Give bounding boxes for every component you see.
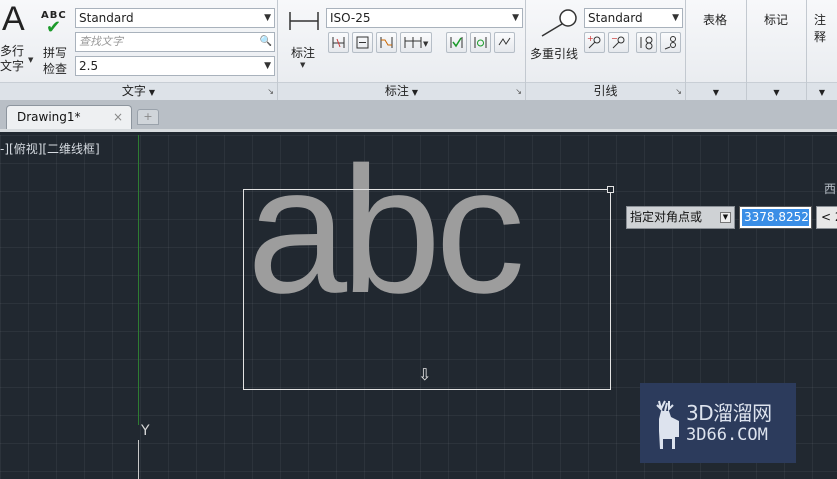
dimension-panel-title[interactable]: 标注 ▼ ↘ [278,82,525,100]
mtext-dropdown-icon[interactable]: ▼ [28,56,33,64]
ucs-axis-line [138,135,139,425]
markup-panel[interactable]: 标记 ▼ [747,0,807,100]
chevron-down-icon: ▼ [672,13,679,23]
dynamic-input-prompt: 指定对角点或 ▼ [626,206,735,229]
chevron-down-icon: ▼ [264,61,271,71]
leader-panel-title[interactable]: 引线 ↘ [526,82,685,100]
svg-text:+: + [587,35,594,43]
leader-panel: 多重引线 Standard ▼ + − 引线 ↘ [526,0,686,100]
dimension-button[interactable]: 标注 [291,44,315,61]
annotation-panel[interactable]: 注释 ▼ [807,0,837,100]
chevron-down-icon: ▼ [148,88,156,97]
continue-dimension-icon[interactable]: ▼ [400,32,432,53]
update-dimension-icon[interactable] [470,32,491,53]
ribbon: A 多行 文字 ▼ ABC ✔ 拼写 检查 Standard ▼ 查找文字 🔍 2… [0,0,837,100]
plus-icon: + [143,110,153,123]
deer-logo-icon [656,400,679,449]
dialog-launcher-icon: ↘ [675,87,682,96]
svg-text:−: − [611,35,618,43]
break-dimension-icon[interactable] [328,32,349,53]
viewcube-west-label[interactable]: 西 [824,180,836,197]
oblique-dimension-icon[interactable] [494,32,515,53]
dimension-panel: 标注 ▼ ISO-25 ▼ ▼ 标注 ▼ ↘ [278,0,526,100]
text-panel-title[interactable]: 文字 ▼ ↘ [0,82,277,100]
markup-panel-title[interactable]: 标记 [764,11,788,28]
table-panel-expander[interactable]: ▼ [686,82,746,100]
chevron-down-icon: ▼ [264,13,271,23]
svg-text:▼: ▼ [423,40,429,48]
arrow-down-icon: ⇩ [418,365,432,384]
chevron-down-icon: ▼ [818,88,826,97]
find-text-input[interactable]: 查找文字 🔍 [75,32,275,52]
spell-check-button[interactable]: 拼写 检查 [43,45,67,77]
add-leader-icon[interactable]: + [584,32,605,53]
inspect-dimension-icon[interactable] [446,32,467,53]
jog-line-icon[interactable] [376,32,397,53]
dialog-launcher-icon: ↘ [515,87,522,96]
document-tab-bar: Drawing1* × + [0,100,837,132]
options-dropdown-icon[interactable]: ▼ [720,212,731,223]
chevron-down-icon: ▼ [712,88,720,97]
mtext-bounding-box [243,189,611,390]
tab-drawing1[interactable]: Drawing1* × [6,105,132,129]
mtext-button[interactable]: 多行 文字 [0,44,30,74]
multileader-button[interactable]: 多重引线 [530,45,578,62]
collect-leaders-icon[interactable] [660,32,681,53]
spell-check-icon[interactable]: ABC ✔ [41,10,67,37]
multileader-style-select[interactable]: Standard ▼ [584,8,683,28]
annotation-panel-title[interactable]: 注释 [814,11,837,45]
chevron-down-icon: ▼ [512,13,519,23]
viewport-controls[interactable]: -][俯视][二维线框] [0,140,100,157]
drawing-canvas[interactable]: -][俯视][二维线框] Y abc ⇩ 西 指定对角点或 ▼ 3378.825… [0,135,837,479]
markup-panel-expander[interactable]: ▼ [747,82,806,100]
ucs-y-label: Y [141,423,150,439]
new-tab-button[interactable]: + [137,109,159,125]
dim-style-select[interactable]: ISO-25 ▼ [326,8,523,28]
chevron-down-icon[interactable]: ▼ [300,61,305,69]
chevron-down-icon: ▼ [773,88,780,97]
annotation-panel-expander[interactable]: ▼ [807,82,837,100]
dialog-launcher-icon: ↘ [267,87,274,96]
text-height-select[interactable]: 2.5 ▼ [75,56,275,76]
chevron-down-icon: ▼ [411,88,419,97]
mtext-icon[interactable]: A [2,2,25,36]
ucs-y-axis [138,440,139,479]
close-icon[interactable]: × [113,106,123,128]
watermark-logo: 3D溜溜网 3D66.COM [640,383,796,463]
find-replace-icon[interactable]: 🔍 [260,33,272,51]
multileader-icon[interactable] [536,6,580,38]
coordinate-input[interactable]: 3378.8252 [739,206,812,229]
corner-grip-handle[interactable] [607,186,614,193]
linear-dimension-icon[interactable] [288,10,320,32]
remove-leader-icon[interactable]: − [608,32,629,53]
table-panel-title[interactable]: 表格 [703,11,727,28]
text-style-select[interactable]: Standard ▼ [75,8,275,28]
logo-subtitle: 3D66.COM [686,425,768,445]
text-panel: A 多行 文字 ▼ ABC ✔ 拼写 检查 Standard ▼ 查找文字 🔍 2… [0,0,278,100]
angle-input[interactable]: < 2 [816,206,837,229]
adjust-space-icon[interactable] [352,32,373,53]
table-panel[interactable]: 表格 ▼ [686,0,747,100]
align-leaders-icon[interactable] [636,32,657,53]
logo-title: 3D溜溜网 [686,401,772,425]
